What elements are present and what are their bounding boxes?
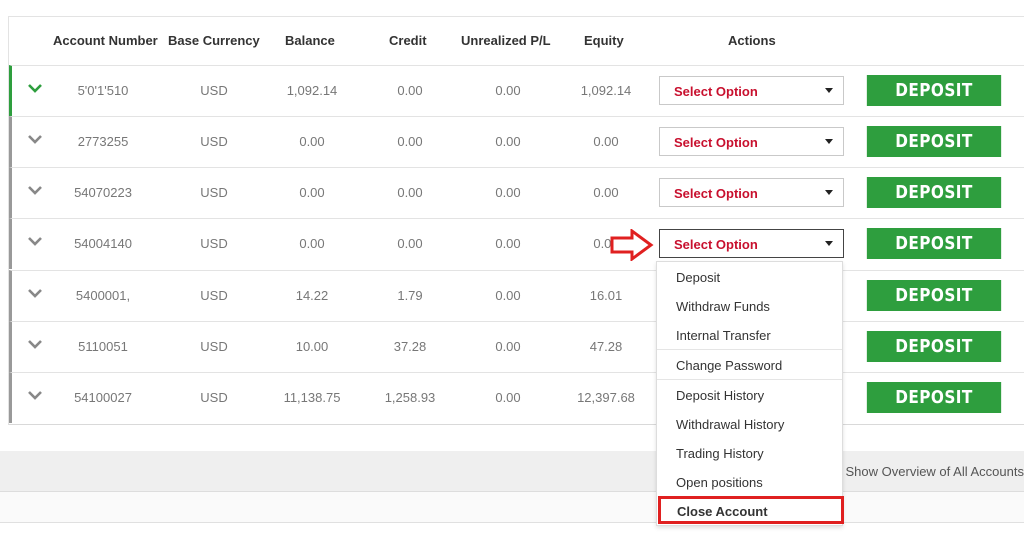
menu-item-deposit[interactable]: Deposit <box>676 270 720 285</box>
credit: 37.28 <box>393 339 427 354</box>
credit: 0.00 <box>397 185 423 200</box>
menu-item-withdrawal-history[interactable]: Withdrawal History <box>676 417 784 432</box>
caret-down-icon <box>825 241 833 246</box>
table-row: 54070223 USD 0.00 0.00 0.00 0.00 Select … <box>9 167 1024 218</box>
header-equity: Equity <box>584 33 624 48</box>
action-select[interactable]: Select Option <box>659 76 844 105</box>
header-account-number: Account Number <box>53 33 158 48</box>
base-currency: USD <box>200 236 228 251</box>
menu-item-change-password[interactable]: Change Password <box>676 358 782 373</box>
unrealized-pl: 0.00 <box>495 390 521 405</box>
header-unrealized-pl: Unrealized P/L <box>461 33 551 48</box>
equity: 1,092.14 <box>580 83 632 98</box>
chevron-down-icon[interactable] <box>27 336 43 352</box>
account-number: 5400001, <box>75 288 131 303</box>
equity: 12,397.68 <box>577 390 635 405</box>
unrealized-pl: 0.00 <box>495 339 521 354</box>
balance: 10.00 <box>295 339 329 354</box>
menu-item-deposit-history[interactable]: Deposit History <box>676 388 764 403</box>
account-number: 5110051 <box>78 339 128 354</box>
account-number: 2773255 <box>77 134 129 149</box>
balance: 0.00 <box>299 236 325 251</box>
action-select[interactable]: Select Option <box>659 229 844 258</box>
equity: 0.00 <box>593 134 619 149</box>
account-number: 54070223 <box>74 185 132 200</box>
balance: 0.00 <box>299 185 325 200</box>
action-dropdown-menu: Deposit Withdraw Funds Internal Transfer… <box>656 261 844 526</box>
table-row: 5400001, USD 14.22 1.79 0.00 16.01 DEPOS… <box>9 270 1024 321</box>
menu-item-trading-history[interactable]: Trading History <box>676 446 764 461</box>
balance: 11,138.75 <box>283 390 341 405</box>
base-currency: USD <box>200 390 228 405</box>
table-row: 54100027 USD 11,138.75 1,258.93 0.00 12,… <box>9 372 1024 423</box>
chevron-down-icon[interactable] <box>27 285 43 301</box>
chevron-down-icon[interactable] <box>27 80 43 96</box>
menu-item-close-account[interactable]: Close Account <box>658 496 844 524</box>
menu-item-open-positions[interactable]: Open positions <box>676 475 763 490</box>
table-row: 5110051 USD 10.00 37.28 0.00 47.28 DEPOS… <box>9 321 1024 372</box>
caret-down-icon <box>825 190 833 195</box>
equity: 16.01 <box>589 288 623 303</box>
balance: 0.00 <box>299 134 325 149</box>
deposit-button[interactable]: DEPOSIT <box>866 331 1002 362</box>
base-currency: USD <box>200 185 228 200</box>
chevron-down-icon[interactable] <box>27 182 43 198</box>
select-label: Select Option <box>674 84 758 99</box>
chevron-down-icon[interactable] <box>27 387 43 403</box>
action-select[interactable]: Select Option <box>659 127 844 156</box>
header-base-currency: Base Currency <box>168 33 260 48</box>
credit: 1,258.93 <box>384 390 436 405</box>
header-balance: Balance <box>285 33 335 48</box>
header-credit: Credit <box>389 33 427 48</box>
deposit-button[interactable]: DEPOSIT <box>866 126 1002 157</box>
unrealized-pl: 0.00 <box>495 134 521 149</box>
header-actions: Actions <box>728 33 776 48</box>
credit: 0.00 <box>397 236 423 251</box>
chevron-down-icon[interactable] <box>27 131 43 147</box>
unrealized-pl: 0.00 <box>495 288 521 303</box>
table-row: 54004140 USD 0.00 0.00 0.00 0.00 Select … <box>9 218 1024 269</box>
close-account-label: Close Account <box>677 504 768 519</box>
select-label: Select Option <box>674 135 758 150</box>
caret-down-icon <box>825 139 833 144</box>
unrealized-pl: 0.00 <box>495 236 521 251</box>
deposit-button[interactable]: DEPOSIT <box>866 75 1002 106</box>
balance: 14.22 <box>295 288 329 303</box>
credit: 0.00 <box>397 83 423 98</box>
account-number: 5'0'1'510 <box>77 83 129 98</box>
credit: 0.00 <box>397 134 423 149</box>
account-number: 54100027 <box>74 390 132 405</box>
table-row: 5'0'1'510 USD 1,092.14 0.00 0.00 1,092.1… <box>9 65 1024 116</box>
footer-bar <box>0 492 1024 523</box>
deposit-button[interactable]: DEPOSIT <box>866 228 1002 259</box>
equity: 0.00 <box>593 185 619 200</box>
select-label: Select Option <box>674 237 758 252</box>
deposit-button[interactable]: DEPOSIT <box>866 177 1002 208</box>
base-currency: USD <box>200 134 228 149</box>
menu-item-internal-transfer[interactable]: Internal Transfer <box>676 328 771 343</box>
deposit-button[interactable]: DEPOSIT <box>866 382 1002 413</box>
account-number: 54004140 <box>74 236 132 251</box>
deposit-button[interactable]: DEPOSIT <box>866 280 1002 311</box>
menu-item-withdraw-funds[interactable]: Withdraw Funds <box>676 299 770 314</box>
balance: 1,092.14 <box>286 83 338 98</box>
action-select[interactable]: Select Option <box>659 178 844 207</box>
base-currency: USD <box>200 339 228 354</box>
chevron-down-icon[interactable] <box>27 233 43 249</box>
menu-divider <box>657 349 842 350</box>
select-label: Select Option <box>674 186 758 201</box>
unrealized-pl: 0.00 <box>495 83 521 98</box>
equity: 47.28 <box>589 339 623 354</box>
red-arrow-right-icon <box>610 229 654 261</box>
show-overview-link[interactable]: Show Overview of All Accounts <box>846 464 1024 479</box>
table-row: 2773255 USD 0.00 0.00 0.00 0.00 Select O… <box>9 116 1024 167</box>
unrealized-pl: 0.00 <box>495 185 521 200</box>
base-currency: USD <box>200 83 228 98</box>
credit: 1.79 <box>397 288 423 303</box>
caret-down-icon <box>825 88 833 93</box>
base-currency: USD <box>200 288 228 303</box>
menu-divider <box>657 379 842 380</box>
